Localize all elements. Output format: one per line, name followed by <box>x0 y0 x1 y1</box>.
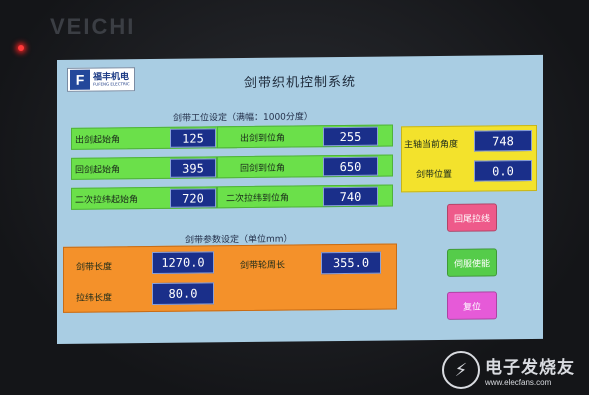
brand-logo-text: VEICHI <box>50 14 136 39</box>
weft-length-value[interactable]: 80.0 <box>152 282 214 306</box>
spindle-angle-label: 主轴当前角度 <box>404 139 459 151</box>
tail-pull-button[interactable]: 回尾拉线 <box>447 203 497 232</box>
position-settings-title: 剑带工位设定（满幅：1000分度） <box>173 112 313 124</box>
rapier-length-value[interactable]: 1270.0 <box>152 251 214 275</box>
back-start-value[interactable]: 395 <box>170 158 216 178</box>
watermark-text: 电子发烧友 www.elecfans.com <box>485 353 575 387</box>
weft2-end-label: 二次拉纬到位角 <box>226 193 290 204</box>
out-end-value[interactable]: 255 <box>323 126 378 147</box>
rapier-position-value: 0.0 <box>474 160 532 182</box>
watermark-cn: 电子发烧友 <box>485 358 575 378</box>
status-panel: 主轴当前角度 748 剑带位置 0.0 <box>401 124 537 193</box>
watermark-url: www.elecfans.com <box>485 378 552 387</box>
rapier-position-label: 剑带位置 <box>416 169 453 181</box>
weft2-start-value[interactable]: 720 <box>170 188 216 208</box>
reset-button[interactable]: 复位 <box>447 291 497 320</box>
spindle-angle-value: 748 <box>474 130 532 152</box>
page-title: 剑带织机控制系统 <box>243 74 356 92</box>
hmi-screen: F 福丰机电 FUFENG ELECTRIC 剑带织机控制系统 剑带工位设定（满… <box>57 54 543 345</box>
out-start-value[interactable]: 125 <box>170 128 216 148</box>
servo-enable-button[interactable]: 伺服使能 <box>447 248 497 277</box>
rapier-length-label: 剑带长度 <box>76 262 113 273</box>
weft-length-label: 拉纬长度 <box>76 293 113 304</box>
back-start-label: 回剑起始角 <box>75 164 121 176</box>
parameter-panel: 剑带长度 1270.0 剑带轮周长 355.0 拉纬长度 80.0 <box>63 243 397 313</box>
parameter-settings-title: 剑带参数设定（单位mm） <box>185 234 293 246</box>
out-start-label: 出剑起始角 <box>75 134 121 146</box>
weft2-end-value[interactable]: 740 <box>323 186 378 207</box>
wheel-circumference-label: 剑带轮周长 <box>240 260 286 272</box>
back-end-label: 回剑到位角 <box>240 163 286 174</box>
back-end-value[interactable]: 650 <box>323 156 378 177</box>
out-end-label: 出剑到位角 <box>240 133 286 144</box>
power-led <box>18 45 24 51</box>
watermark: ⚡ 电子发烧友 www.elecfans.com <box>442 351 575 389</box>
watermark-logo-icon: ⚡ <box>442 351 480 389</box>
wheel-circumference-value[interactable]: 355.0 <box>321 251 381 275</box>
weft2-start-label: 二次拉纬起始角 <box>75 194 139 206</box>
